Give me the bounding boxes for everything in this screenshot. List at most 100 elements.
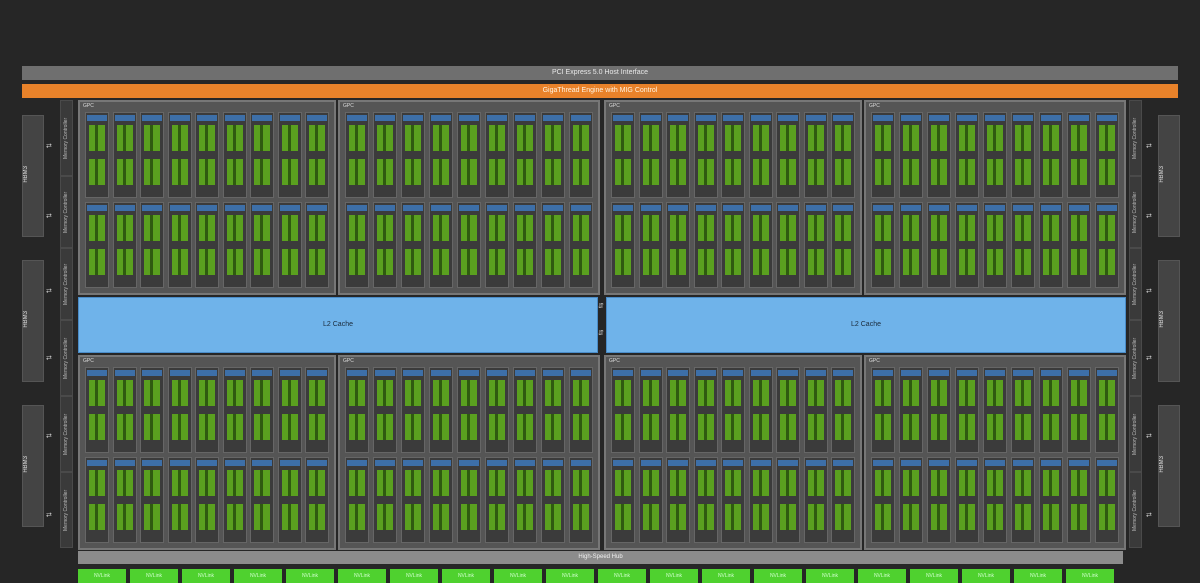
sm-unit [642,504,659,530]
sm-unit [835,125,852,151]
sm-unit [517,414,533,440]
sm-unit [1071,414,1087,440]
tpc-header [723,205,744,211]
sm-unit [433,470,449,496]
sm-unit [1071,380,1087,406]
sm-unit [254,215,271,241]
sm-unit [349,470,365,496]
arrow-icon: ⇄ [46,143,52,150]
tpc-header [197,460,218,466]
sm-unit [615,504,631,530]
tpc-header [197,370,218,376]
sm-unit [309,125,326,151]
sm-unit [573,504,589,530]
tpc-header [142,205,163,211]
tpc-block [666,457,691,543]
tpc-block [638,202,663,288]
tpc-block [513,457,537,543]
memory-controller-label: Memory Controller [1132,413,1138,455]
tpc-block [373,202,397,288]
sm-unit [1043,470,1059,496]
sm-unit [835,504,852,530]
tpc-header [114,205,135,211]
tpc-block [983,367,1007,453]
hbm-label: HBM3 [23,166,29,183]
gpc-block: GPC [338,355,600,550]
sm-unit [1043,125,1059,151]
tpc-block [85,457,109,543]
sm-unit [725,125,742,151]
tpc-header [515,370,535,376]
tpc-block [541,367,565,453]
sm-unit [281,125,298,151]
l2-cache-left: L2 Cache [78,297,598,353]
sm-unit [931,414,947,440]
sm-unit [281,215,298,241]
hbm-stack-right-2: HBM3 [1158,260,1180,382]
sm-unit [931,215,947,241]
tpc-header [957,205,977,211]
tpc-block [1039,457,1063,543]
arrow-icon: ⇄ [1146,213,1152,220]
sm-unit [959,470,975,496]
tpc-block [167,367,192,453]
sm-unit [1015,380,1031,406]
tpc-block [803,457,828,543]
sm-unit [642,249,659,275]
sm-unit [987,380,1003,406]
sm-unit [377,504,393,530]
tpc-block [222,202,247,288]
tpc-header [543,370,563,376]
sm-unit [226,470,243,496]
tpc-block [112,112,137,198]
sm-unit [642,470,659,496]
sm-unit [573,159,589,185]
tpc-block [831,112,856,198]
sm-unit [987,249,1003,275]
memory-controller-label: Memory Controller [1132,337,1138,379]
memory-controller-right-2: Memory Controller [1129,176,1142,248]
sm-unit [349,380,365,406]
sm-unit [199,249,216,275]
sm-unit [433,414,449,440]
sm-unit [254,125,271,151]
tpc-block [140,367,165,453]
sm-unit [309,470,326,496]
hbm-label: HBM3 [23,311,29,328]
tpc-header [543,115,563,121]
sm-unit [116,470,133,496]
nvlink-port: NVLink [78,569,126,583]
sm-unit [254,159,271,185]
tpc-header [571,115,591,121]
sm-unit [545,215,561,241]
tpc-block [693,367,718,453]
sm-unit [433,504,449,530]
sm-unit [697,504,714,530]
tpc-block [666,112,691,198]
tpc-header [750,205,771,211]
sm-unit [89,249,105,275]
tpc-header [985,205,1005,211]
tpc-block [485,112,509,198]
sm-unit [573,215,589,241]
sm-unit [615,380,631,406]
sm-unit [433,159,449,185]
tpc-block [831,202,856,288]
tpc-header [1069,460,1089,466]
nvlink-port: NVLink [598,569,646,583]
nvlink-port: NVLink [338,569,386,583]
gpc-label: GPC [83,103,94,109]
tpc-header [169,115,190,121]
tpc-header [750,115,771,121]
sm-unit [725,380,742,406]
tpc-header [543,460,563,466]
tpc-block [401,457,425,543]
sm-unit [171,470,188,496]
tpc-block [569,367,593,453]
tpc-header [640,460,661,466]
tpc-header [515,115,535,121]
arrow-icon: ⇄ [46,213,52,220]
sm-unit [116,414,133,440]
sm-unit [116,249,133,275]
tpc-block [167,112,192,198]
